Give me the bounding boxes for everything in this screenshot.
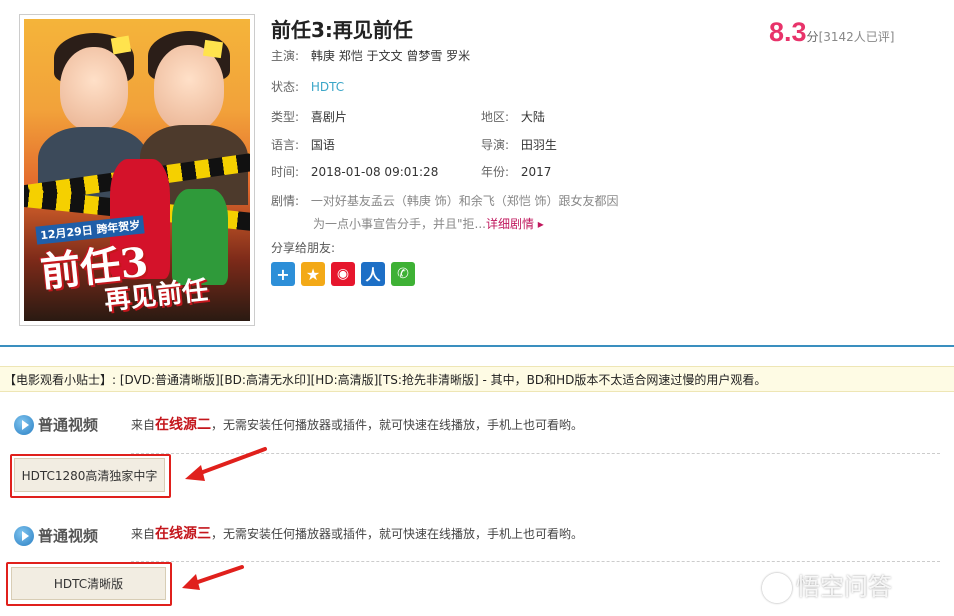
plot-text-line2: 为一点小事宣告分手，并且"拒...: [313, 217, 486, 231]
poster-sticky-note: [202, 39, 224, 59]
cast-value[interactable]: 韩庚 郑恺 于文文 曾梦雪 罗米: [311, 49, 470, 63]
plus-share-icon[interactable]: +: [271, 262, 295, 286]
plot-more-link[interactable]: 详细剧情 ▸: [486, 217, 544, 231]
section-divider: [0, 345, 954, 347]
region-label: 地区:: [481, 110, 510, 124]
weibo-share-icon[interactable]: ◉: [331, 262, 355, 286]
source-label-2: 普通视频: [14, 525, 98, 546]
rating-score: 8.3: [769, 17, 807, 47]
share-icons: + ★ ◉ 人 ✆: [271, 262, 415, 286]
watermark-logo-icon: [762, 573, 792, 603]
episode-button-hdtc[interactable]: HDTC清晰版: [11, 567, 166, 600]
source-desc-prefix: 来自: [131, 527, 156, 541]
language-row: 语言: 国语: [271, 136, 335, 153]
director-label: 导演:: [481, 138, 510, 152]
source-name: 在线源二: [155, 417, 212, 433]
red-arrow-annotation: [182, 565, 244, 590]
director-value[interactable]: 田羽生: [521, 138, 557, 152]
source-label-text: 普通视频: [38, 416, 99, 434]
source-desc-suffix: ，无需安装任何播放器或插件，就可快速在线播放，手机上也可看哟。: [211, 527, 584, 541]
source-label-text: 普通视频: [38, 527, 99, 545]
poster-frame: 12月29日 跨年贺岁 前任3 再见前任: [19, 14, 255, 326]
episode-button-hdtc1280[interactable]: HDTC1280高清独家中字: [14, 458, 165, 492]
share-label: 分享给朋友:: [271, 241, 336, 255]
genre-value[interactable]: 喜剧片: [311, 110, 347, 124]
status-value: HDTC: [310, 80, 345, 94]
source-desc-suffix: ，无需安装任何播放器或插件，就可快速在线播放，手机上也可看哟。: [211, 418, 584, 432]
region-row: 地区: 大陆: [481, 108, 545, 125]
director-row: 导演: 田羽生: [481, 136, 557, 153]
watermark-text: 悟空问答: [796, 573, 892, 601]
status-row: 状态: HDTC: [271, 78, 344, 95]
language-value: 国语: [310, 138, 335, 152]
poster-figure-left-face: [60, 47, 128, 131]
time-row: 时间: 2018-01-08 09:01:28: [271, 163, 438, 180]
plot-row-2: 为一点小事宣告分手，并且"拒...详细剧情 ▸: [313, 215, 544, 232]
time-label: 时间:: [271, 165, 300, 179]
time-value: 2018-01-08 09:01:28: [310, 165, 439, 179]
source-label-1: 普通视频: [14, 414, 98, 435]
play-icon: [14, 525, 34, 546]
red-arrow-annotation: [185, 447, 267, 481]
movie-title: 前任3:再见前任: [271, 18, 413, 42]
source-name: 在线源三: [155, 526, 212, 542]
movie-poster[interactable]: 12月29日 跨年贺岁 前任3 再见前任: [24, 19, 250, 321]
year-value: 2017: [520, 165, 552, 179]
play-icon: [14, 414, 34, 435]
source-description-1: 来自在线源二，无需安装任何播放器或插件，就可快速在线播放，手机上也可看哟。: [131, 414, 583, 434]
poster-figure-right-face: [154, 45, 224, 131]
language-label: 语言:: [271, 138, 300, 152]
plot-row: 剧情: 一对好基友孟云（韩庚 饰）和余飞（郑恺 饰）跟女友都因: [271, 192, 619, 209]
genre-row: 类型: 喜剧片: [271, 108, 347, 125]
rating-unit: 分: [806, 30, 819, 44]
plot-label: 剧情:: [271, 194, 300, 208]
cast-row: 主演: 韩庚 郑恺 于文文 曾梦雪 罗米: [271, 47, 470, 64]
movie-rating: 8.3分[3142人已评]: [769, 17, 894, 48]
year-row: 年份: 2017: [481, 163, 551, 180]
region-value[interactable]: 大陆: [521, 110, 545, 124]
qzone-share-icon[interactable]: ★: [301, 262, 325, 286]
renren-share-icon[interactable]: 人: [361, 262, 385, 286]
year-label: 年份:: [481, 165, 510, 179]
rating-count: [3142人已评]: [818, 30, 895, 44]
source-description-2: 来自在线源三，无需安装任何播放器或插件，就可快速在线播放，手机上也可看哟。: [131, 523, 583, 543]
watermark: 悟空问答: [762, 567, 892, 603]
viewing-tips-bar: 【电影观看小贴士】: [DVD:普通清晰版][BD:高清无水印][HD:高清版]…: [0, 366, 954, 392]
plot-text-line1: 一对好基友孟云（韩庚 饰）和余飞（郑恺 饰）跟女友都因: [310, 194, 619, 208]
wechat-share-icon[interactable]: ✆: [391, 262, 415, 286]
dashed-separator: [131, 561, 940, 562]
poster-sticky-note: [110, 35, 132, 55]
source-desc-prefix: 来自: [131, 418, 156, 432]
cast-label: 主演:: [271, 49, 300, 63]
status-label: 状态:: [271, 80, 300, 94]
genre-label: 类型:: [271, 110, 300, 124]
